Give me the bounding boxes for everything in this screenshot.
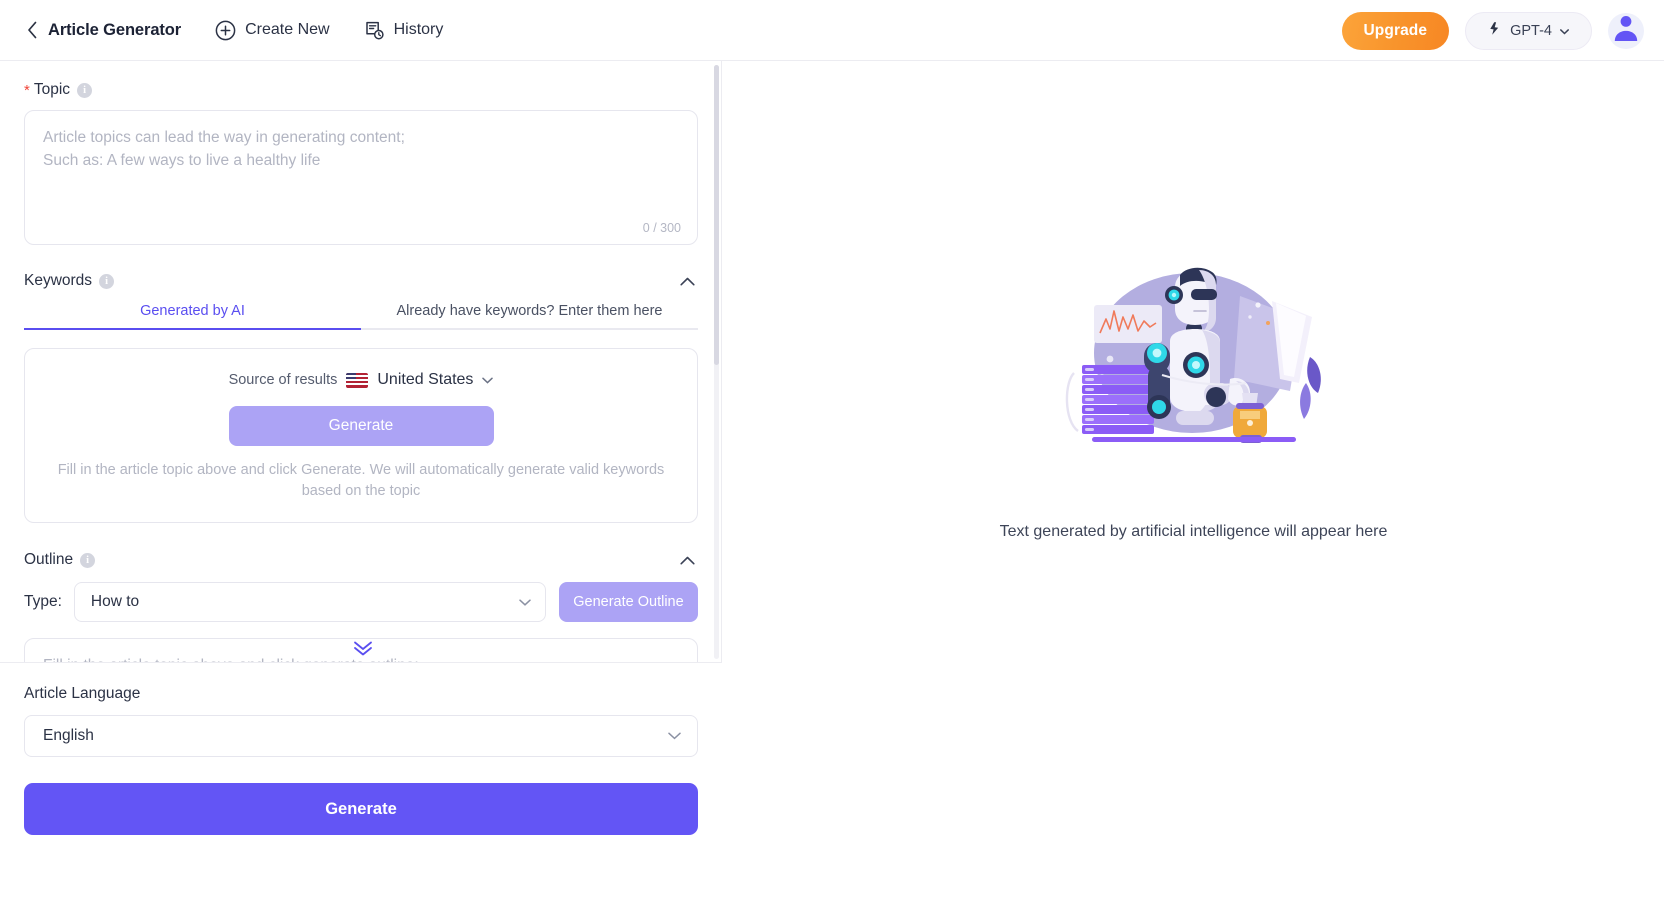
form-scroll-area: * Topic i Article topics can lead the wa… [0, 61, 722, 663]
chevron-down-icon[interactable] [482, 377, 494, 384]
ai-robot-illustration [1044, 261, 1344, 461]
empty-state-caption: Text generated by artificial intelligenc… [999, 523, 1388, 540]
history-document-icon [364, 20, 385, 41]
required-marker: * [24, 81, 30, 99]
topic-placeholder-line-1: Article topics can lead the way in gener… [43, 129, 405, 146]
source-of-results-row: Source of results United States [49, 371, 673, 389]
outline-label: Outline [24, 551, 74, 568]
keywords-hint: Fill in the article topic above and clic… [57, 462, 665, 499]
upgrade-button[interactable]: Upgrade [1341, 11, 1450, 50]
article-language-select[interactable]: English [24, 715, 698, 757]
outline-type-select[interactable]: How to [73, 582, 546, 622]
topic-input[interactable]: Article topics can lead the way in gener… [24, 110, 698, 245]
info-icon[interactable]: i [80, 552, 96, 568]
topic-label: Topic [33, 81, 71, 98]
create-new-label: Create New [245, 21, 330, 38]
plus-circle-icon [215, 20, 236, 41]
keywords-header: Keywords i [24, 270, 698, 292]
info-icon[interactable]: i [99, 273, 115, 289]
top-bar-left-group: Article Generator Create New History [0, 20, 443, 41]
outline-type-value: How to [90, 593, 140, 610]
form-panel: * Topic i Article topics can lead the wa… [0, 61, 722, 899]
history-button[interactable]: History [364, 20, 444, 41]
model-label: GPT-4 [1510, 22, 1552, 39]
form-footer: Article Language English Generate [0, 662, 722, 899]
us-flag-icon [346, 372, 369, 388]
article-language-value: English [43, 727, 94, 744]
outline-header: Outline i [24, 549, 698, 571]
top-bar-right-group: Upgrade GPT-4 [1341, 0, 1644, 61]
preview-panel: Text generated by artificial intelligenc… [723, 61, 1664, 899]
keywords-generate-card: Source of results United States Generate… [24, 348, 698, 523]
generate-keywords-button[interactable]: Generate [228, 406, 494, 446]
chevron-left-icon[interactable] [22, 20, 42, 40]
user-avatar-icon [1608, 13, 1644, 49]
double-chevron-down-icon[interactable] [352, 639, 374, 657]
tab-generated-by-ai[interactable]: Generated by AI [24, 303, 361, 330]
chevron-up-icon[interactable] [676, 549, 698, 571]
top-bar: Article Generator Create New History Upg… [0, 0, 1664, 61]
model-selector[interactable]: GPT-4 [1465, 11, 1592, 50]
form-scrollbar-thumb[interactable] [714, 65, 719, 365]
source-country-value[interactable]: United States [377, 371, 473, 389]
avatar[interactable] [1608, 12, 1644, 49]
topic-char-counter: 0 / 300 [642, 221, 681, 235]
keywords-label: Keywords [24, 272, 93, 289]
info-icon[interactable]: i [77, 82, 93, 98]
chevron-down-icon [519, 598, 531, 606]
topic-placeholder-line-2: Such as: A few ways to live a healthy li… [43, 152, 321, 169]
article-language-label: Article Language [24, 685, 141, 702]
submit-generate-button[interactable]: Generate [24, 783, 698, 835]
chevron-down-icon [668, 732, 681, 740]
chevron-up-icon[interactable] [676, 270, 698, 292]
generate-outline-button[interactable]: Generate Outline [558, 582, 698, 622]
history-label: History [393, 21, 444, 38]
source-of-results-label: Source of results [228, 372, 338, 388]
lightning-bolt-icon [1488, 21, 1502, 40]
topic-label-row: * Topic i [24, 81, 698, 99]
page-title: Article Generator [48, 20, 182, 39]
outline-type-row: Type: How to Generate Outline [24, 582, 698, 622]
chevron-down-icon [1560, 23, 1569, 39]
tab-enter-keywords[interactable]: Already have keywords? Enter them here [361, 303, 698, 330]
keywords-tabs: Generated by AI Already have keywords? E… [24, 303, 698, 330]
outline-type-label: Type: [24, 593, 62, 610]
create-new-button[interactable]: Create New [215, 20, 330, 41]
